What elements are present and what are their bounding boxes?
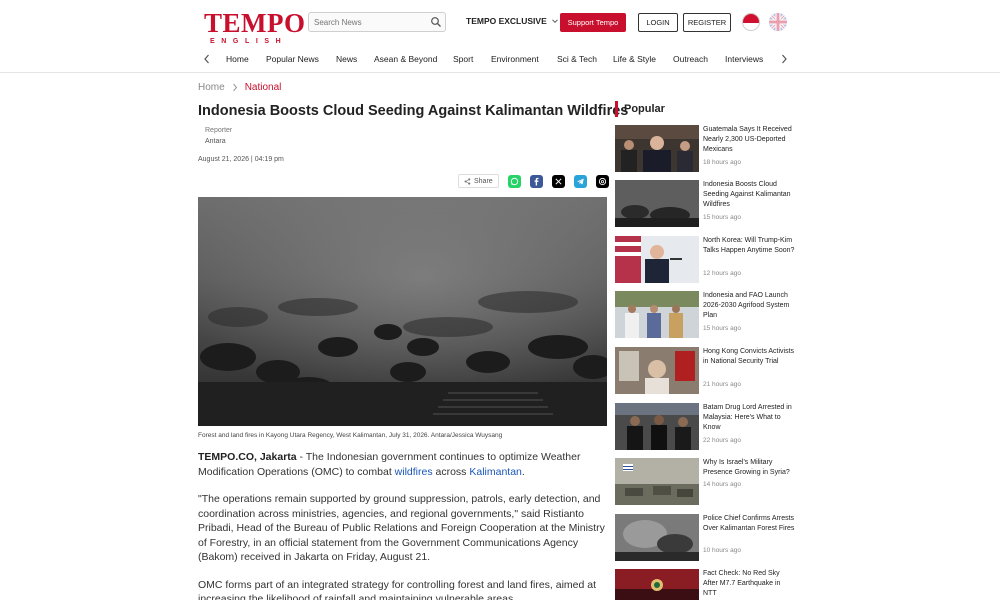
nav-item-news[interactable]: News — [336, 54, 357, 64]
logo-main-text: TEMPO — [204, 8, 306, 38]
nav-scroll-left-icon[interactable] — [202, 53, 212, 65]
article-hero-image — [198, 197, 607, 426]
link-kalimantan[interactable]: Kalimantan — [469, 466, 522, 478]
popular-thumbnail[interactable] — [615, 291, 699, 338]
popular-thumbnail[interactable] — [615, 403, 699, 450]
popular-item[interactable]: Why Is Israel's Military Presence Growin… — [615, 458, 795, 508]
search-box — [308, 12, 446, 32]
popular-item[interactable]: Indonesia Boosts Cloud Seeding Against K… — [615, 180, 795, 230]
popular-item[interactable]: Indonesia and FAO Launch 2026-2030 Agrif… — [615, 291, 795, 341]
nav-item-popular-news[interactable]: Popular News — [266, 54, 319, 64]
popular-thumbnail[interactable] — [615, 514, 699, 561]
popular-thumbnail[interactable] — [615, 125, 699, 172]
nav-item-asean-beyond[interactable]: Asean & Beyond — [374, 54, 437, 64]
threads-icon[interactable] — [595, 174, 609, 188]
login-button[interactable]: LOGIN — [638, 13, 678, 32]
nav-item-interviews[interactable]: Interviews — [725, 54, 763, 64]
article-body: TEMPO.CO, Jakarta - The Indonesian gover… — [198, 450, 610, 600]
paragraph-1-text-b: across — [432, 465, 470, 478]
paragraph-2: "The operations remain supported by grou… — [198, 493, 605, 563]
nav-item-outreach[interactable]: Outreach — [673, 54, 708, 64]
facebook-icon[interactable] — [529, 174, 543, 188]
search-input[interactable] — [314, 16, 426, 28]
popular-item[interactable]: Hong Kong Convicts Activists in National… — [615, 347, 795, 397]
article-title: Indonesia Boosts Cloud Seeding Against K… — [198, 103, 629, 119]
site-header: TEMPO ENGLISH TEMPO EXCLUSIVE Support Te… — [0, 0, 1000, 73]
popular-time: 14 hours ago — [703, 481, 741, 488]
search-icon[interactable] — [430, 16, 442, 28]
nav-scroll-right-icon[interactable] — [779, 53, 789, 65]
chevron-down-icon — [551, 19, 558, 24]
paragraph-1-text-c: . — [521, 465, 525, 478]
nav-item-home[interactable]: Home — [226, 54, 249, 64]
breadcrumb-current[interactable]: National — [245, 82, 282, 93]
logo-sub-text: ENGLISH — [210, 38, 288, 45]
x-twitter-icon[interactable] — [551, 174, 565, 188]
paragraph-3: OMC forms part of an integrated strategy… — [198, 578, 597, 600]
popular-item[interactable]: Police Chief Confirms Arrests Over Kalim… — [615, 514, 795, 564]
telegram-icon[interactable] — [573, 174, 587, 188]
popular-title[interactable]: Hong Kong Convicts Activists in National… — [703, 347, 795, 367]
popular-time: 21 hours ago — [703, 381, 741, 388]
popular-item[interactable]: Guatemala Says It Received Nearly 2,300 … — [615, 125, 795, 175]
tempo-logo[interactable]: TEMPO ENGLISH — [204, 8, 306, 46]
popular-title[interactable]: Indonesia and FAO Launch 2026-2030 Agrif… — [703, 291, 795, 321]
share-icon — [464, 177, 471, 185]
breadcrumb: Home National — [198, 82, 281, 93]
reporter-label: Reporter — [205, 127, 233, 134]
popular-title[interactable]: Fact Check: No Red Sky After M7.7 Earthq… — [703, 569, 795, 599]
popular-thumbnail[interactable] — [615, 458, 699, 505]
whatsapp-icon[interactable] — [507, 174, 521, 188]
popular-time: 12 hours ago — [703, 270, 741, 277]
uk-flag-icon[interactable] — [769, 13, 787, 31]
popular-time: 15 hours ago — [703, 214, 741, 221]
tempo-exclusive-label: TEMPO EXCLUSIVE — [466, 16, 547, 26]
popular-time: 15 hours ago — [703, 325, 741, 332]
popular-thumbnail[interactable] — [615, 347, 699, 394]
popular-thumbnail[interactable] — [615, 569, 699, 600]
popular-title[interactable]: Why Is Israel's Military Presence Growin… — [703, 458, 795, 478]
nav-item-environment[interactable]: Environment — [491, 54, 539, 64]
nav-item-sci-tech[interactable]: Sci & Tech — [557, 54, 597, 64]
breadcrumb-home[interactable]: Home — [198, 82, 225, 93]
share-button[interactable]: Share — [458, 174, 499, 188]
link-wildfires[interactable]: wildfires — [395, 466, 433, 478]
popular-time: 18 hours ago — [703, 159, 741, 166]
popular-thumbnail[interactable] — [615, 180, 699, 227]
share-bar: Share — [458, 173, 618, 189]
image-caption: Forest and land fires in Kayong Utara Re… — [198, 432, 503, 439]
popular-heading: Popular — [615, 101, 665, 117]
nav-item-life-style[interactable]: Life & Style — [613, 54, 656, 64]
reporter-name[interactable]: Antara — [205, 138, 226, 145]
nav-item-sport[interactable]: Sport — [453, 54, 473, 64]
popular-title[interactable]: Indonesia Boosts Cloud Seeding Against K… — [703, 180, 795, 210]
article-date: August 21, 2026 | 04:19 pm — [198, 156, 284, 163]
register-button[interactable]: REGISTER — [683, 13, 731, 32]
main-nav: Home Popular News News Asean & Beyond Sp… — [0, 49, 1000, 71]
popular-title[interactable]: Batam Drug Lord Arrested in Malaysia: He… — [703, 403, 795, 433]
tempo-exclusive-dropdown[interactable]: TEMPO EXCLUSIVE — [466, 16, 559, 26]
popular-title[interactable]: North Korea: Will Trump-Kim Talks Happen… — [703, 236, 795, 256]
popular-thumbnail[interactable] — [615, 236, 699, 283]
popular-item[interactable]: Fact Check: No Red Sky After M7.7 Earthq… — [615, 569, 795, 600]
indonesia-flag-icon[interactable] — [742, 13, 760, 31]
popular-item[interactable]: Batam Drug Lord Arrested in Malaysia: He… — [615, 403, 795, 453]
popular-title[interactable]: Police Chief Confirms Arrests Over Kalim… — [703, 514, 795, 534]
paragraph-1: TEMPO.CO, Jakarta - The Indonesian gover… — [198, 450, 610, 479]
popular-time: 10 hours ago — [703, 547, 741, 554]
popular-title[interactable]: Guatemala Says It Received Nearly 2,300 … — [703, 125, 795, 155]
dateline: TEMPO.CO, Jakarta — [198, 451, 297, 463]
chevron-right-icon — [232, 83, 237, 92]
support-tempo-button[interactable]: Support Tempo — [560, 13, 626, 32]
popular-item[interactable]: North Korea: Will Trump-Kim Talks Happen… — [615, 236, 795, 286]
share-label: Share — [474, 177, 493, 185]
popular-time: 22 hours ago — [703, 437, 741, 444]
